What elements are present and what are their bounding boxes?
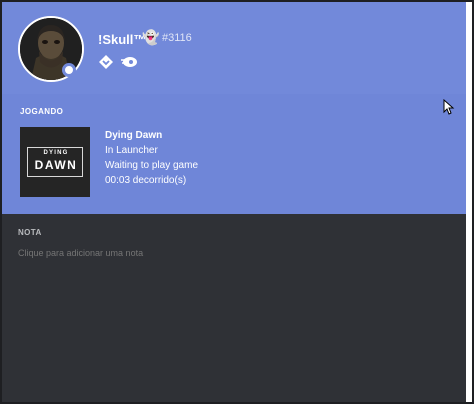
game-logo-top-text: DYING bbox=[43, 150, 69, 156]
profile-header: !Skull™ 👻 #3116 bbox=[2, 2, 466, 94]
notes-label: NOTA bbox=[18, 228, 42, 237]
game-details: In Launcher bbox=[105, 145, 158, 156]
activity-label: JOGANDO bbox=[20, 107, 64, 116]
mouse-cursor-icon bbox=[443, 99, 455, 115]
note-input[interactable] bbox=[18, 245, 438, 261]
game-title: Dying Dawn bbox=[105, 130, 163, 141]
ghost-emoji: 👻 bbox=[142, 30, 160, 46]
discriminator: #3116 bbox=[162, 32, 192, 44]
game-state: Waiting to play game bbox=[105, 160, 199, 171]
game-info: Dying Dawn In Launcher Waiting to play g… bbox=[105, 128, 435, 188]
game-elapsed-time: 00:03 decorrido(s) bbox=[105, 175, 187, 186]
game-logo-box: DYING DAWN bbox=[27, 147, 83, 177]
notes-section: NOTA bbox=[2, 214, 466, 402]
game-logo-bottom-text: DAWN bbox=[34, 158, 78, 172]
online-status-indicator bbox=[62, 63, 76, 77]
nitro-icon[interactable] bbox=[120, 54, 138, 70]
activity-section: JOGANDO DYING DAWN Dying Dawn In Launche… bbox=[2, 94, 466, 214]
username: !Skull™ bbox=[98, 32, 147, 47]
hypesquad-icon[interactable] bbox=[98, 54, 114, 70]
game-art-image: DYING DAWN bbox=[20, 127, 90, 197]
window-edge bbox=[466, 2, 472, 402]
